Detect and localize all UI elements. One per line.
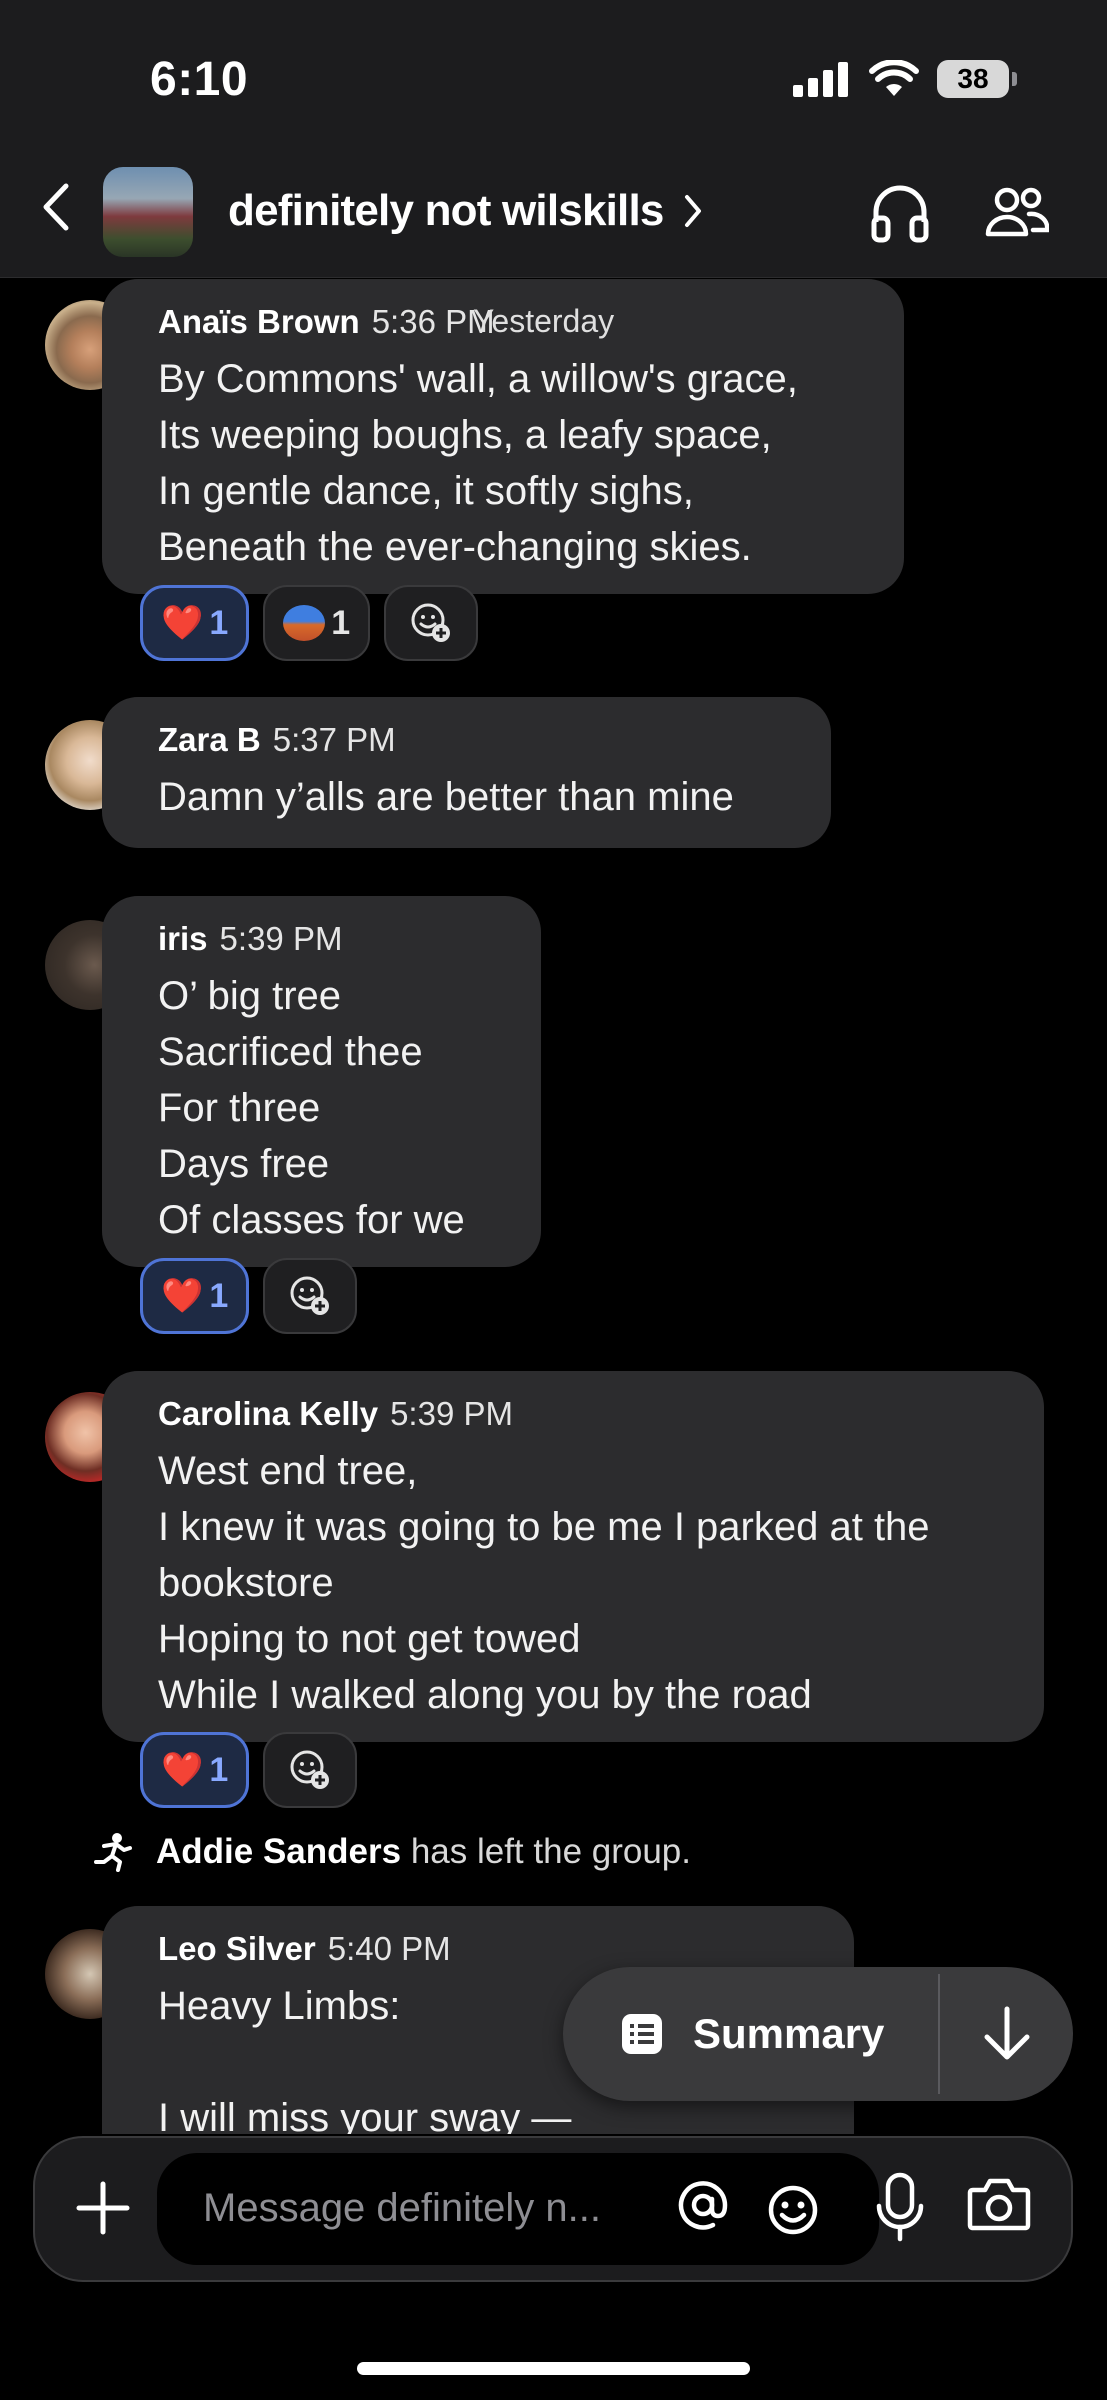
chevron-left-icon [43, 183, 69, 231]
person-leaving-icon [94, 1833, 132, 1872]
add-reaction-icon [290, 1276, 330, 1315]
message-time: 5:39 PM [390, 1395, 513, 1432]
audio-call-button[interactable] [870, 182, 930, 249]
add-attachment-button[interactable] [71, 2176, 135, 2245]
message-composer: Message definitely n... [33, 2136, 1073, 2282]
group-title-button[interactable]: definitely not wilskills [228, 186, 704, 236]
group-title: definitely not wilskills [228, 186, 664, 235]
status-time: 6:10 [150, 53, 249, 106]
wifi-icon [869, 60, 919, 96]
message-time: 5:40 PM [327, 1930, 451, 1967]
emoji-button[interactable] [767, 2184, 819, 2241]
arrow-down-icon [984, 2006, 1029, 2060]
status-icons: 38 [793, 60, 1017, 98]
reaction-heart[interactable]: ❤️ 1 [140, 585, 250, 661]
message-text: By Commons' wall, a willow's grace, Its … [158, 357, 798, 569]
message-text: O’ big tree Sacrificed thee For three Da… [158, 974, 465, 1242]
sender-name: iris [158, 920, 208, 957]
reaction-bar: ❤️ 1 [140, 1258, 358, 1334]
members-button[interactable] [985, 186, 1050, 247]
heart-icon: ❤️ [161, 1751, 204, 1789]
message-input-placeholder: Message definitely n... [203, 2186, 601, 2230]
system-text: has left the group. [410, 1832, 692, 1871]
smiley-icon [768, 2185, 818, 2235]
message-text: Damn y’alls are better than mine [158, 775, 734, 819]
add-reaction-icon [411, 603, 451, 642]
mention-button[interactable] [677, 2179, 729, 2243]
headphones-icon [871, 185, 929, 243]
heart-icon: ❤️ [161, 604, 204, 642]
message-input[interactable]: Message definitely n... [157, 2153, 879, 2265]
reaction-bar: ❤️ 1 1 [140, 585, 479, 661]
summary-bar: Summary [563, 1967, 1073, 2101]
reaction-count: 1 [209, 603, 229, 642]
top-bar: 6:10 38 definitely not wilskills [0, 0, 1107, 278]
home-indicator[interactable] [357, 2362, 750, 2375]
message-time: 5:39 PM [219, 920, 343, 957]
message-text: West end tree, I knew it was going to be… [158, 1449, 930, 1717]
reaction-heart[interactable]: ❤️ 1 [140, 1732, 250, 1808]
system-name: Addie Sanders [156, 1832, 402, 1871]
add-reaction-button[interactable] [384, 585, 479, 661]
summary-button[interactable]: Summary [563, 1967, 938, 2101]
back-button[interactable] [38, 180, 74, 239]
heart-icon: ❤️ [161, 1277, 204, 1315]
add-reaction-button[interactable] [263, 1258, 358, 1334]
people-icon [985, 187, 1050, 237]
camera-icon [967, 2178, 1031, 2231]
group-avatar[interactable] [103, 167, 193, 257]
message-time: 5:37 PM [272, 721, 396, 758]
reaction-bikini[interactable]: 1 [263, 585, 371, 661]
add-reaction-button[interactable] [263, 1732, 358, 1808]
microphone-icon [876, 2172, 924, 2242]
chevron-right-icon [684, 195, 701, 227]
add-reaction-icon [290, 1750, 330, 1789]
cellular-signal-icon [793, 62, 848, 97]
reaction-count: 1 [209, 1276, 229, 1315]
camera-button[interactable] [967, 2176, 1031, 2237]
scroll-to-bottom-button[interactable] [940, 1967, 1073, 2101]
summary-label: Summary [693, 2010, 885, 2057]
voice-message-button[interactable] [873, 2172, 927, 2247]
reaction-count: 1 [331, 603, 351, 642]
list-icon [622, 2014, 662, 2054]
message-bubble[interactable]: iris 5:39 PM O’ big tree Sacrificed thee… [102, 896, 541, 1267]
sender-name: Leo Silver [158, 1930, 316, 1967]
plus-icon [76, 2181, 130, 2235]
reaction-heart[interactable]: ❤️ 1 [140, 1258, 250, 1334]
date-separator: Yesterday [473, 303, 615, 339]
battery-icon: 38 [937, 60, 1017, 98]
message-bubble[interactable]: Zara B 5:37 PM Damn y’alls are better th… [102, 697, 831, 848]
chat-thread[interactable]: Anaïs Brown 5:36 PM By Commons' wall, a … [0, 279, 1107, 2134]
reaction-bar: ❤️ 1 [140, 1732, 358, 1808]
battery-level: 38 [937, 60, 1009, 98]
sender-name: Anaïs Brown [158, 303, 360, 340]
bikini-emoji-icon [283, 605, 326, 641]
at-icon [678, 2181, 728, 2230]
message-bubble[interactable]: Carolina Kelly 5:39 PM West end tree, I … [102, 1371, 1044, 1742]
reaction-count: 1 [209, 1750, 229, 1789]
sender-name: Carolina Kelly [158, 1395, 379, 1432]
system-message: Addie Sanders has left the group. [90, 1832, 691, 1872]
sender-name: Zara B [158, 721, 261, 758]
